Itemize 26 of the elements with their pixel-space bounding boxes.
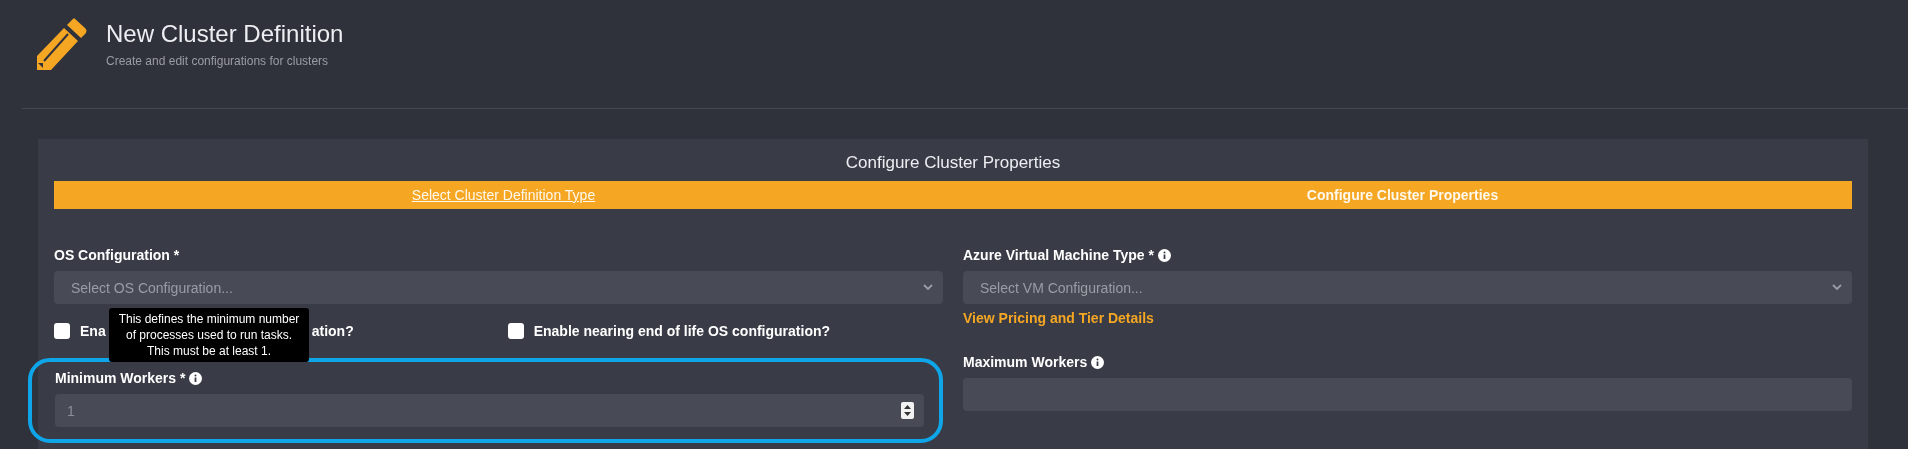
- page-title: New Cluster Definition: [106, 20, 344, 48]
- chevron-down-icon: [1832, 284, 1842, 291]
- number-input[interactable]: 1: [55, 394, 924, 427]
- checkbox-label: ation?: [311, 323, 354, 339]
- vm-select[interactable]: Select VM Configuration...: [963, 271, 1852, 304]
- info-icon[interactable]: [189, 371, 203, 385]
- field-label: Minimum Workers *: [55, 370, 186, 386]
- checkbox[interactable]: [54, 323, 70, 339]
- pricing-link[interactable]: View Pricing and Tier Details: [963, 310, 1852, 326]
- checkbox-label: Enable nearing end of life OS configuration?: [533, 323, 831, 339]
- os-select[interactable]: Select OS Configuration...: [54, 271, 943, 304]
- step-tab[interactable]: Configure Cluster Properties: [1306, 187, 1499, 203]
- info-icon[interactable]: [1157, 248, 1171, 262]
- checkbox[interactable]: [507, 323, 524, 339]
- spinner-arrows-icon[interactable]: [901, 402, 914, 419]
- step-tab[interactable]: Select Cluster Definition Type: [411, 187, 596, 203]
- panel-title: Configure Cluster Properties: [844, 153, 1062, 173]
- chevron-down-icon: [923, 284, 933, 291]
- page-subtitle: Create and edit configurations for clusters: [106, 54, 330, 68]
- info-icon[interactable]: [1091, 355, 1105, 369]
- field-label: Azure Virtual Machine Type *: [963, 247, 1154, 263]
- field-label: Maximum Workers: [963, 354, 1088, 370]
- pencil-icon: [34, 16, 88, 72]
- tooltip: This defines the minimum number of processes used to run tasks. This must be at least 1.: [109, 308, 309, 362]
- field-label: OS Configuration *: [54, 247, 180, 263]
- checkbox-label: Ena: [80, 323, 106, 339]
